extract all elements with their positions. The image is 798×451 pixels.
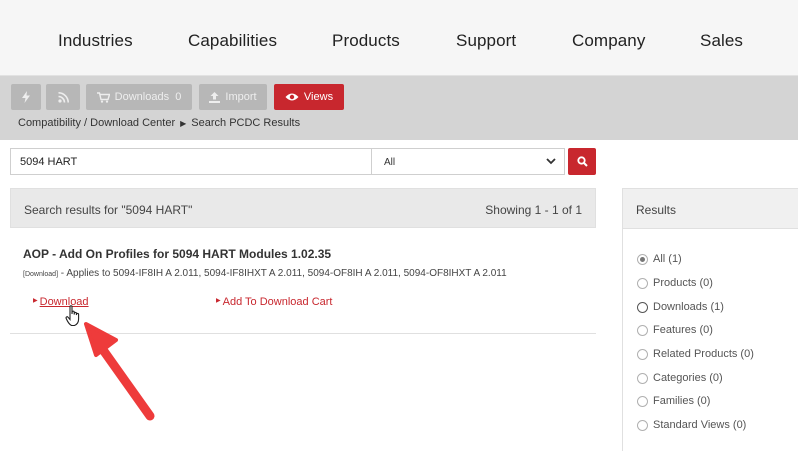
rss-icon <box>57 91 69 103</box>
breadcrumb-item-download-center[interactable]: Compatibility / Download Center <box>18 117 175 129</box>
results-count: Showing 1 - 1 of 1 <box>485 203 582 217</box>
add-to-cart-link[interactable]: ▶ Add To Download Cart <box>216 296 333 308</box>
filter-related-products[interactable]: Related Products (0) <box>637 348 754 360</box>
filter-downloads[interactable]: Downloads (1) <box>637 301 724 313</box>
radio-button[interactable] <box>637 253 648 265</box>
rss-button[interactable] <box>46 84 80 110</box>
search-button[interactable] <box>568 148 596 175</box>
top-navigation: Industries Capabilities Products Support… <box>0 0 798 76</box>
filter-label: Standard Views (0) <box>653 419 747 431</box>
search-icon <box>576 156 588 167</box>
results-summary: Search results for "5094 HART" <box>24 203 193 217</box>
result-type-tag: [Download] <box>23 271 59 278</box>
cart-icon <box>96 91 110 103</box>
result-description: [Download] - Applies to 5094-IF8IH A 2.0… <box>23 268 507 279</box>
breadcrumb: Compatibility / Download Center ▶ Search P… <box>18 117 300 129</box>
filter-products[interactable]: Products (0) <box>637 277 713 289</box>
eye-icon <box>285 93 299 101</box>
filter-label: Downloads (1) <box>653 301 724 313</box>
import-label: Import <box>225 91 257 103</box>
search-scope-value: All <box>384 157 396 168</box>
radio-button[interactable] <box>637 277 648 289</box>
upload-icon <box>209 91 221 103</box>
nav-industries[interactable]: Industries <box>58 31 133 51</box>
caret-icon: ▶ <box>33 298 38 304</box>
result-title[interactable]: AOP - Add On Profiles for 5094 HART Modu… <box>23 247 331 261</box>
filter-standard-views[interactable]: Standard Views (0) <box>637 419 746 431</box>
radio-button[interactable] <box>637 348 648 360</box>
filter-families[interactable]: Families (0) <box>637 395 710 407</box>
breadcrumb-item-results: Search PCDC Results <box>191 117 301 129</box>
filter-label: Families (0) <box>653 395 711 407</box>
views-button[interactable]: Views <box>274 84 344 110</box>
lightning-icon <box>22 91 30 103</box>
nav-company[interactable]: Company <box>572 31 645 51</box>
views-label: Views <box>303 91 334 103</box>
add-to-cart-label: Add To Download Cart <box>222 296 333 308</box>
radio-button[interactable] <box>637 395 648 407</box>
nav-sales[interactable]: Sales <box>700 31 743 51</box>
filter-label: Features (0) <box>653 324 713 336</box>
filter-label: Categories (0) <box>653 372 723 384</box>
toolbar: Downloads 0 Import Views <box>0 76 798 140</box>
nav-capabilities[interactable]: Capabilities <box>188 31 277 51</box>
breadcrumb-separator-icon: ▶ <box>180 119 187 128</box>
filter-features[interactable]: Features (0) <box>637 324 713 336</box>
search-scope-select[interactable]: All <box>372 148 565 175</box>
caret-icon: ▶ <box>216 298 221 304</box>
filter-label: Products (0) <box>653 277 713 289</box>
radio-button[interactable] <box>637 324 648 336</box>
filter-label: Related Products (0) <box>653 348 754 360</box>
downloads-count-label: Downloads 0 <box>114 91 182 103</box>
results-filter-panel: Results All (1) Products (0) Downloads (… <box>622 188 798 451</box>
downloads-cart-button[interactable]: Downloads 0 <box>86 84 192 110</box>
filter-categories[interactable]: Categories (0) <box>637 372 723 384</box>
filter-label: All (1) <box>653 253 682 265</box>
hand-cursor-icon <box>65 305 80 327</box>
nav-support[interactable]: Support <box>456 31 516 51</box>
results-header: Search results for "5094 HART" Showing 1… <box>10 188 596 228</box>
import-button[interactable]: Import <box>199 84 267 110</box>
radio-button[interactable] <box>637 419 648 431</box>
radio-button[interactable] <box>637 301 648 313</box>
filter-all[interactable]: All (1) <box>637 253 682 265</box>
results-panel-header: Results <box>623 189 798 229</box>
nav-products[interactable]: Products <box>332 31 400 51</box>
list-item: AOP - Add On Profiles for 5094 HART Modu… <box>10 228 596 334</box>
quick-action-button[interactable] <box>11 84 41 110</box>
result-applies-text: - Applies to 5094-IF8IH A 2.011, 5094-IF… <box>58 268 507 279</box>
search-input[interactable] <box>10 148 372 175</box>
radio-button[interactable] <box>637 372 648 384</box>
chevron-down-icon <box>546 158 556 165</box>
